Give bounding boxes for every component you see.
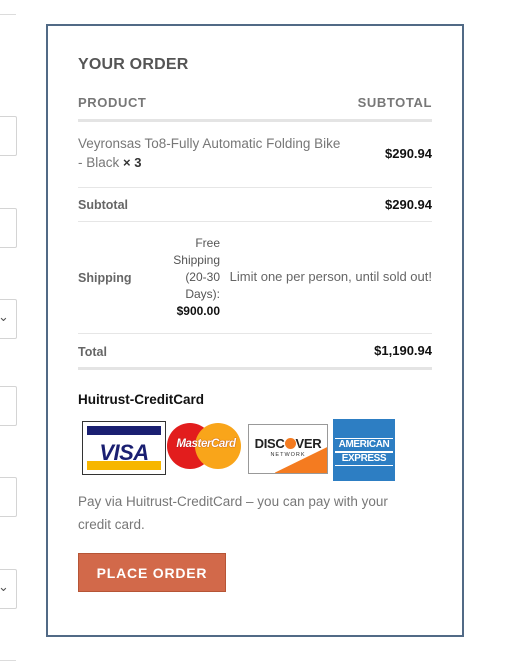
shipping-option-line: Free (195, 236, 220, 250)
order-title: YOUR ORDER (78, 56, 189, 73)
form-field-edge[interactable] (0, 208, 17, 248)
shipping-price: $900.00 (176, 304, 220, 318)
total-value: $1,190.94 (374, 343, 432, 358)
order-item-name: Veyronsas To8-Fully Automatic Folding Bi… (78, 134, 348, 172)
mastercard-logo: MasterCard (167, 423, 245, 471)
chevron-down-icon: ⌄ (0, 310, 9, 325)
subtotal-label: Subtotal (78, 198, 128, 212)
total-label: Total (78, 345, 107, 359)
product-quantity: × 3 (123, 155, 142, 170)
table-divider (78, 367, 432, 370)
chevron-down-icon: ⌄ (0, 580, 9, 595)
discover-logo: DISC VER NETWORK (248, 424, 328, 474)
amex-logo: AMERICAN EXPRESS (333, 419, 395, 481)
divider (0, 14, 16, 15)
form-field-edge[interactable] (0, 477, 17, 517)
shipping-option-line: Days): (185, 287, 220, 301)
column-subtotal: SUBTOTAL (357, 95, 432, 110)
form-field-edge[interactable] (0, 386, 17, 426)
shipping-label: Shipping (78, 271, 132, 285)
subtotal-value: $290.94 (385, 197, 432, 212)
mastercard-text: MasterCard (176, 438, 236, 450)
order-review-panel: YOUR ORDER PRODUCT SUBTOTAL Veyronsas To… (46, 24, 464, 637)
divider (0, 660, 16, 661)
row-divider (78, 187, 432, 188)
discover-subtext: NETWORK (270, 452, 306, 458)
row-divider (78, 333, 432, 334)
form-field-edge[interactable] (0, 116, 17, 156)
shipping-option-line: Shipping (173, 253, 220, 267)
column-product: PRODUCT (78, 95, 147, 110)
discover-text: DISC VER (254, 436, 322, 451)
item-total: $290.94 (385, 146, 432, 161)
order-table-header: PRODUCT SUBTOTAL (78, 95, 432, 117)
shipping-note: Limit one per person, until sold out! (229, 269, 432, 284)
payment-description: Pay via Huitrust-CreditCard – you can pa… (78, 494, 388, 532)
shipping-option: Free Shipping (20-30 Days): $900.00 (160, 235, 220, 320)
row-divider (78, 221, 432, 222)
visa-logo: VISA (82, 421, 166, 475)
table-divider (78, 119, 432, 122)
place-order-button[interactable]: PLACE ORDER (78, 553, 226, 592)
payment-gateway-title: Huitrust-CreditCard (78, 392, 205, 407)
visa-text: VISA (99, 440, 149, 465)
shipping-option-line: (20-30 (185, 270, 220, 284)
product-name: Veyronsas To8-Fully Automatic Folding Bi… (78, 136, 341, 170)
amex-text: AMERICAN EXPRESS (335, 438, 393, 466)
